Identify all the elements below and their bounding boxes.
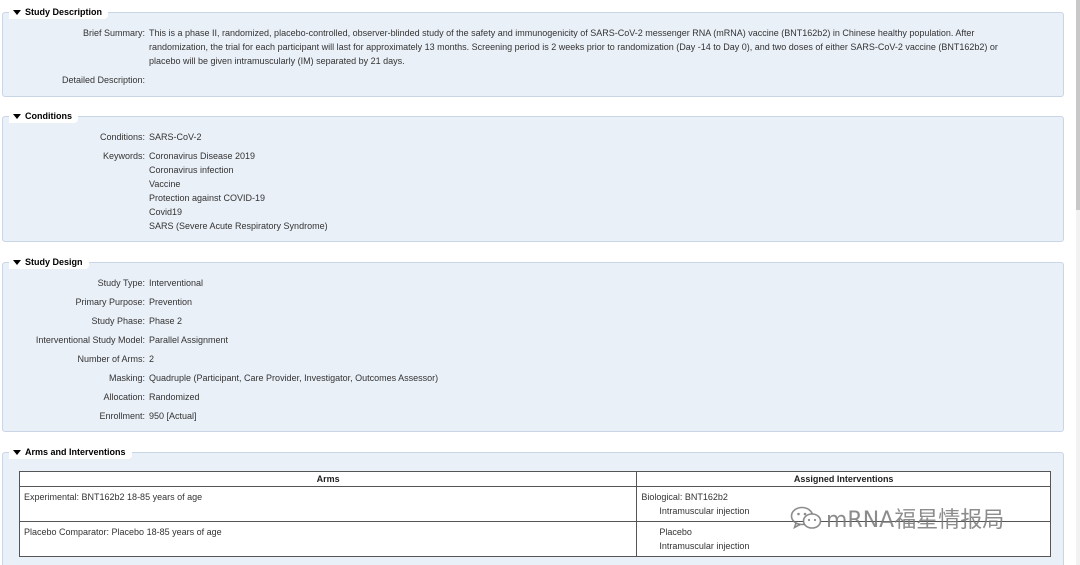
keyword-item: Covid19 xyxy=(149,207,183,217)
section-title: Conditions xyxy=(25,111,72,121)
design-label: Masking: xyxy=(108,373,145,383)
conditions-value: SARS-CoV-2 xyxy=(149,132,202,142)
intervention-cell: Placebo Intramuscular injection xyxy=(636,521,1051,557)
design-label: Enrollment: xyxy=(99,411,145,421)
intervention-name: Placebo xyxy=(659,527,692,537)
design-value: Quadruple (Participant, Care Provider, I… xyxy=(149,373,439,383)
study-description-section: Study Description Brief Summary: This is… xyxy=(2,6,1064,97)
scrollbar-thumb[interactable] xyxy=(1076,0,1080,210)
design-label: Study Phase: xyxy=(91,316,145,326)
brief-summary-line: randomization, the trial for each partic… xyxy=(149,42,998,52)
detailed-description-label: Detailed Description: xyxy=(61,75,145,85)
arms-header[interactable]: Arms and Interventions xyxy=(9,446,132,459)
interventions-column-header: Assigned Interventions xyxy=(636,471,1051,487)
design-value: 2 xyxy=(149,354,155,364)
design-value: 950 [Actual] xyxy=(149,411,197,421)
study-description-header[interactable]: Study Description xyxy=(9,6,109,19)
design-label: Study Type: xyxy=(97,278,145,288)
intervention-route: Intramuscular injection xyxy=(659,506,750,516)
design-row: Primary Purpose: Prevention xyxy=(3,295,1043,309)
intervention-cell: Biological: BNT162b2 Intramuscular injec… xyxy=(636,486,1051,522)
conditions-section: Conditions Conditions: SARS-CoV-2 Keywor… xyxy=(2,110,1064,242)
brief-summary-value: This is a phase II, randomized, placebo-… xyxy=(149,26,1043,68)
brief-summary-line: placebo will be given intramuscularly (I… xyxy=(149,56,405,66)
design-row: Masking: Quadruple (Participant, Care Pr… xyxy=(3,371,1043,385)
collapse-caret-icon[interactable] xyxy=(13,113,21,119)
keyword-item: Coronavirus Disease 2019 xyxy=(149,151,256,161)
keywords-label: Keywords: xyxy=(102,151,145,161)
design-value: Parallel Assignment xyxy=(149,335,229,345)
arms-table: Arms Assigned Interventions Experimental… xyxy=(18,471,1051,557)
design-value: Prevention xyxy=(149,297,193,307)
arm-cell: Experimental: BNT162b2 18-85 years of ag… xyxy=(18,486,638,522)
design-row: Number of Arms: 2 xyxy=(3,352,1043,366)
keyword-item: Vaccine xyxy=(149,179,181,189)
arm-cell: Placebo Comparator: Placebo 18-85 years … xyxy=(18,521,638,557)
collapse-caret-icon[interactable] xyxy=(13,449,21,455)
detailed-description-row: Detailed Description: xyxy=(3,73,1043,87)
vertical-scrollbar[interactable] xyxy=(1076,0,1080,565)
conditions-label: Conditions: xyxy=(99,132,145,142)
keyword-item: Protection against COVID-19 xyxy=(149,193,266,203)
design-row: Study Type: Interventional xyxy=(3,276,1043,290)
brief-summary-label: Brief Summary: xyxy=(82,28,145,38)
table-row: Experimental: BNT162b2 18-85 years of ag… xyxy=(18,486,1051,522)
intervention-route: Intramuscular injection xyxy=(659,541,750,551)
keywords-list: Coronavirus Disease 2019 Coronavirus inf… xyxy=(149,149,1043,233)
design-row: Enrollment: 950 [Actual] xyxy=(3,409,1043,423)
page: Study Description Brief Summary: This is… xyxy=(0,0,1080,565)
table-row: Placebo Comparator: Placebo 18-85 years … xyxy=(18,521,1051,557)
design-label: Allocation: xyxy=(103,392,145,402)
intervention-name: Biological: BNT162b2 xyxy=(641,492,728,502)
brief-summary-line: This is a phase II, randomized, placebo-… xyxy=(149,28,975,38)
conditions-row: Conditions: SARS-CoV-2 xyxy=(3,130,1043,144)
collapse-caret-icon[interactable] xyxy=(13,9,21,15)
section-title: Study Description xyxy=(25,7,103,17)
section-title: Arms and Interventions xyxy=(25,447,126,457)
section-title: Study Design xyxy=(25,257,83,267)
table-header-row: Arms Assigned Interventions xyxy=(18,471,1051,487)
design-value: Interventional xyxy=(149,278,204,288)
design-label: Interventional Study Model: xyxy=(35,335,145,345)
design-label: Number of Arms: xyxy=(77,354,145,364)
arms-column-header: Arms xyxy=(18,471,638,487)
keyword-item: SARS (Severe Acute Respiratory Syndrome) xyxy=(149,221,328,231)
conditions-header[interactable]: Conditions xyxy=(9,110,78,123)
design-label: Primary Purpose: xyxy=(75,297,145,307)
arms-section: Arms and Interventions Arms Assigned Int… xyxy=(2,446,1064,565)
design-row: Study Phase: Phase 2 xyxy=(3,314,1043,328)
design-row: Interventional Study Model: Parallel Ass… xyxy=(3,333,1043,347)
design-value: Randomized xyxy=(149,392,200,402)
keyword-item: Coronavirus infection xyxy=(149,165,234,175)
detailed-description-value xyxy=(149,73,1043,87)
collapse-caret-icon[interactable] xyxy=(13,259,21,265)
keywords-row: Keywords: Coronavirus Disease 2019 Coron… xyxy=(3,149,1043,233)
design-value: Phase 2 xyxy=(149,316,183,326)
design-row: Allocation: Randomized xyxy=(3,390,1043,404)
study-design-section: Study Design Study Type: Interventional … xyxy=(2,256,1064,432)
brief-summary-row: Brief Summary: This is a phase II, rando… xyxy=(3,26,1043,68)
study-design-header[interactable]: Study Design xyxy=(9,256,89,269)
